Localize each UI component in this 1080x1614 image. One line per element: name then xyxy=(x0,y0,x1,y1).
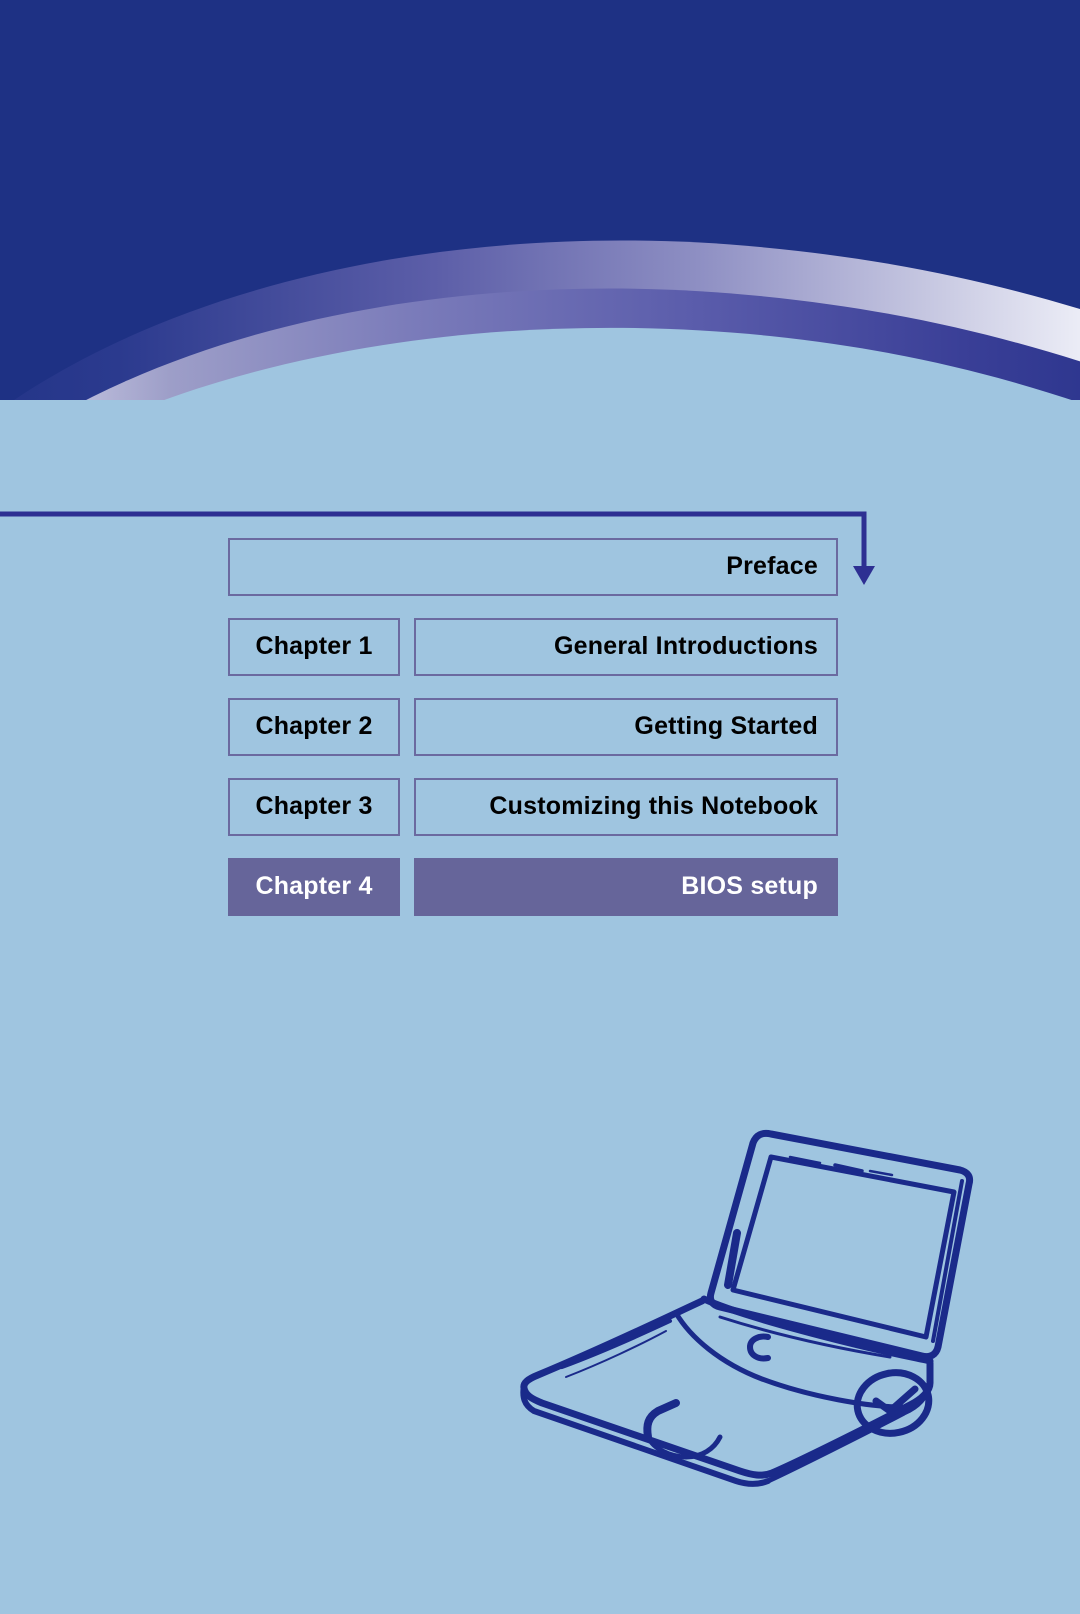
toc-row-chapter-2[interactable]: Chapter 2 Getting Started xyxy=(228,698,838,756)
toc-title-chapter-1[interactable]: General Introductions xyxy=(414,618,838,676)
toc-row-chapter-3[interactable]: Chapter 3 Customizing this Notebook xyxy=(228,778,838,836)
chapter-divider-page: Preface Chapter 1 General Introductions … xyxy=(0,0,1080,1614)
laptop-screen-frame xyxy=(730,1154,957,1340)
toc-title-chapter-3[interactable]: Customizing this Notebook xyxy=(414,778,838,836)
laptop-deck-seam xyxy=(560,1319,672,1369)
toc-chapter-label-3[interactable]: Chapter 3 xyxy=(228,778,400,836)
laptop-touchpad-stroke xyxy=(643,1399,680,1441)
laptop-base-outline xyxy=(520,1297,934,1479)
toc-chapter-label-4[interactable]: Chapter 4 xyxy=(228,858,400,916)
laptop-power-button-icon xyxy=(747,1333,771,1362)
toc-row-chapter-1[interactable]: Chapter 1 General Introductions xyxy=(228,618,838,676)
toc-row-preface[interactable]: Preface xyxy=(228,538,838,596)
notebook-sketch-illustration xyxy=(490,1085,974,1487)
toc-row-chapter-4[interactable]: Chapter 4 BIOS setup xyxy=(228,858,838,916)
chapter-list: Preface Chapter 1 General Introductions … xyxy=(228,538,838,916)
toc-title-chapter-4[interactable]: BIOS setup xyxy=(414,858,838,916)
toc-title-chapter-2[interactable]: Getting Started xyxy=(414,698,838,756)
toc-chapter-label-1[interactable]: Chapter 1 xyxy=(228,618,400,676)
toc-chapter-label-2[interactable]: Chapter 2 xyxy=(228,698,400,756)
toc-title-preface[interactable]: Preface xyxy=(228,538,838,596)
